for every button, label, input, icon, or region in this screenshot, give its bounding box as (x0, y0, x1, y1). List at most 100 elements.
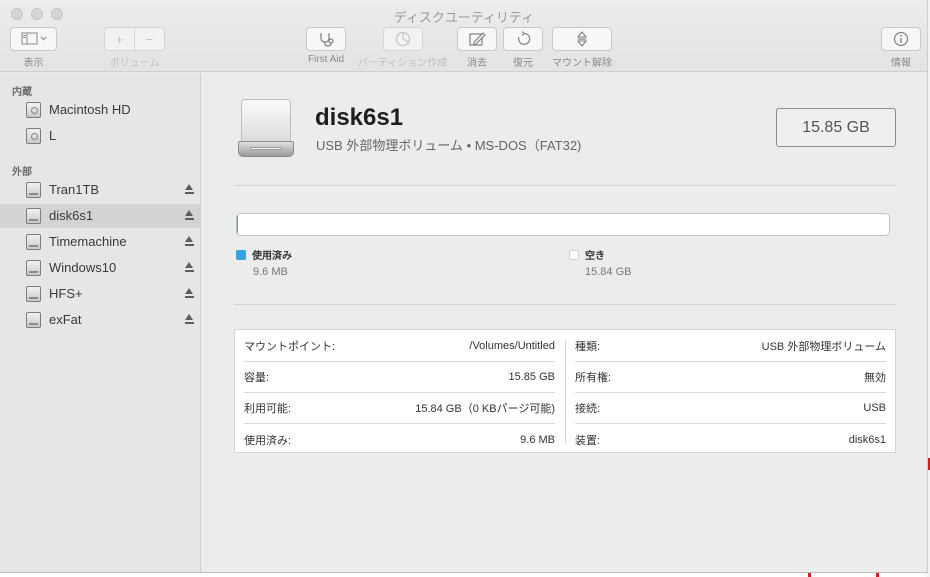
free-legend-label: 空き (585, 251, 605, 262)
info-icon (893, 31, 909, 47)
sidebar-item-macintosh-hd[interactable]: Macintosh HD (0, 98, 201, 122)
toolbar: ディスクユーティリティ 表示 + − ボリューム First Aid パーティシ… (0, 0, 927, 72)
info-key: 装置: (575, 434, 601, 447)
info-row-capacity: 容量: 15.85 GB (244, 362, 555, 393)
detail-panel: disk6s1 USB 外部物理ボリューム • MS-DOS（FAT32) 15… (202, 73, 927, 572)
disk-size-badge: 15.85 GB (776, 108, 896, 147)
unmount-control: マウント解除 (552, 27, 612, 69)
sidebar-item-disk6s1[interactable]: disk6s1 (0, 204, 201, 228)
restore-label: 復元 (513, 58, 533, 69)
eject-icon[interactable] (185, 209, 194, 222)
sidebar-item-label: Macintosh HD (49, 102, 131, 117)
partition-control: パーティション作成 (358, 27, 447, 69)
eject-icon[interactable] (185, 287, 194, 300)
info-row-available: 利用可能: 15.84 GB（0 KBパージ可能) (244, 393, 555, 424)
sidebar-item-exfat[interactable]: exFat (0, 308, 201, 332)
first-aid-control: First Aid (306, 27, 346, 65)
view-button[interactable] (10, 27, 57, 51)
unmount-button[interactable] (552, 27, 612, 51)
sidebar-item-label: Windows10 (49, 260, 117, 275)
info-key: 容量: (244, 372, 270, 384)
info-key: 種類: (575, 341, 601, 353)
used-color-swatch (236, 249, 246, 260)
volume-label: ボリューム (109, 58, 160, 69)
restore-button[interactable] (503, 27, 543, 51)
usage-bar (236, 213, 890, 236)
first-aid-label: First Aid (307, 54, 345, 65)
view-control: 表示 (10, 27, 57, 69)
info-label: 情報 (891, 58, 911, 69)
external-disk-icon (26, 286, 41, 302)
info-key: 利用可能: (244, 403, 292, 415)
external-disk-icon (26, 234, 41, 250)
info-key: 接続: (575, 403, 601, 415)
info-key: マウントポイント: (244, 341, 336, 353)
info-row-mount-point: マウントポイント: /Volumes/Untitled (244, 331, 555, 362)
unmount-icon (576, 31, 588, 47)
info-button[interactable] (881, 27, 921, 51)
info-row-ownership: 所有権: 無効 (575, 362, 886, 393)
remove-volume-button[interactable]: − (135, 27, 165, 51)
unmount-label: マウント解除 (552, 58, 612, 69)
free-legend: 空き (569, 247, 605, 262)
info-key: 所有権: (575, 372, 612, 384)
sidebar: 内蔵 Macintosh HD L 外部 Tran1TB disk6s1 Tim… (0, 73, 201, 572)
partition-label: パーティション作成 (358, 58, 448, 69)
erase-icon (469, 32, 486, 46)
disk-utility-window: ディスクユーティリティ 表示 + − ボリューム First Aid パーティシ… (0, 0, 928, 573)
eject-icon[interactable] (185, 183, 194, 196)
sidebar-item-hfs[interactable]: HFS+ (0, 282, 201, 306)
sidebar-item-label: Tran1TB (49, 182, 100, 197)
window-title: ディスクユーティリティ (393, 10, 535, 25)
sidebar-item-label: exFat (49, 312, 82, 327)
first-aid-button[interactable] (306, 27, 346, 51)
sidebar-item-label: L (49, 128, 57, 143)
erase-label: 消去 (467, 58, 487, 69)
add-volume-button[interactable]: + (104, 27, 135, 51)
external-disk-icon (26, 182, 41, 198)
info-value: 9.6 MB (520, 433, 555, 446)
erase-button[interactable] (457, 27, 497, 51)
internal-disk-icon (26, 102, 41, 118)
info-value: disk6s1 (848, 433, 886, 446)
used-legend-label: 使用済み (252, 251, 292, 262)
internal-disk-icon (26, 128, 41, 144)
divider (234, 185, 896, 186)
view-label: 表示 (23, 58, 44, 69)
info-row-type: 種類: USB 外部物理ボリューム (575, 331, 886, 362)
column-divider (565, 340, 566, 443)
sidebar-item-tran1tb[interactable]: Tran1TB (0, 178, 201, 202)
eject-icon[interactable] (185, 313, 194, 326)
eject-icon[interactable] (185, 261, 194, 274)
sidebar-item-timemachine[interactable]: Timemachine (0, 230, 201, 254)
free-color-swatch (569, 249, 579, 260)
info-value: 15.84 GB（0 KBパージ可能) (415, 403, 555, 415)
info-value: 無効 (864, 372, 886, 384)
sidebar-section-internal: 内蔵 (12, 87, 32, 98)
external-disk-icon (26, 260, 41, 276)
free-legend-value: 15.84 GB (585, 266, 632, 278)
info-value: USB (863, 402, 886, 414)
stethoscope-icon (320, 33, 334, 47)
disk-name: disk6s1 (315, 104, 404, 131)
restore-control: 復元 (503, 27, 543, 69)
info-key: 使用済み: (244, 434, 292, 447)
divider (234, 304, 896, 305)
plus-icon: + (115, 31, 124, 47)
sidebar-item-l[interactable]: L (0, 124, 201, 148)
sidebar-item-windows10[interactable]: Windows10 (0, 256, 201, 280)
disk-description: USB 外部物理ボリューム • MS-DOS（FAT32) (316, 138, 582, 153)
info-row-used: 使用済み: 9.6 MB (244, 424, 555, 455)
sidebar-item-label: Timemachine (49, 234, 127, 249)
used-legend-value: 9.6 MB (253, 266, 288, 278)
partition-button[interactable] (382, 27, 423, 51)
info-value: /Volumes/Untitled (469, 340, 555, 352)
eject-icon[interactable] (185, 235, 194, 248)
minus-icon: − (145, 31, 154, 47)
info-value: USB 外部物理ボリューム (761, 341, 886, 353)
used-legend: 使用済み (236, 247, 292, 262)
volume-control: + − ボリューム (104, 27, 165, 69)
pie-chart-icon (395, 31, 410, 47)
sidebar-icon (21, 32, 46, 45)
info-table: マウントポイント: /Volumes/Untitled 容量: 15.85 GB… (234, 329, 896, 453)
